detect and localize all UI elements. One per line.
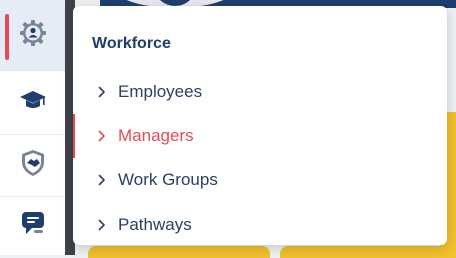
- menu-item-label: Work Groups: [118, 170, 218, 189]
- menu-item-work-groups[interactable]: Work Groups: [73, 160, 447, 200]
- yellow-card-backdrop-middle: [280, 246, 456, 258]
- chevron-right-icon: [98, 217, 108, 233]
- workforce-gear-person-icon: [19, 19, 47, 52]
- chevron-right-icon: [98, 172, 108, 188]
- workforce-flyout-menu: Workforce Employees Managers Work Groups…: [73, 6, 447, 245]
- graduation-cap-icon: [19, 88, 47, 117]
- shield-handshake-icon: [20, 149, 46, 182]
- rail-item-compliance[interactable]: [0, 134, 65, 197]
- chevron-right-icon: [98, 128, 108, 144]
- chat-message-icon: [19, 209, 47, 242]
- menu-item-label: Pathways: [118, 215, 192, 234]
- menu-item-employees[interactable]: Employees: [73, 72, 447, 112]
- flyout-title: Workforce: [92, 35, 171, 52]
- rail-item-learning[interactable]: [0, 70, 65, 135]
- yellow-card-backdrop-left: [88, 246, 270, 258]
- rail-item-messages[interactable]: [0, 196, 65, 255]
- menu-item-pathways[interactable]: Pathways: [73, 205, 447, 245]
- menu-item-label: Managers: [118, 126, 194, 145]
- rail-item-workforce[interactable]: [0, 0, 65, 71]
- menu-item-managers[interactable]: Managers: [73, 114, 447, 158]
- menu-item-label: Employees: [118, 82, 203, 101]
- menu-active-indicator: [73, 114, 75, 158]
- chevron-right-icon: [98, 84, 108, 100]
- side-navigation-rail: [0, 0, 66, 255]
- rail-active-indicator: [5, 14, 9, 60]
